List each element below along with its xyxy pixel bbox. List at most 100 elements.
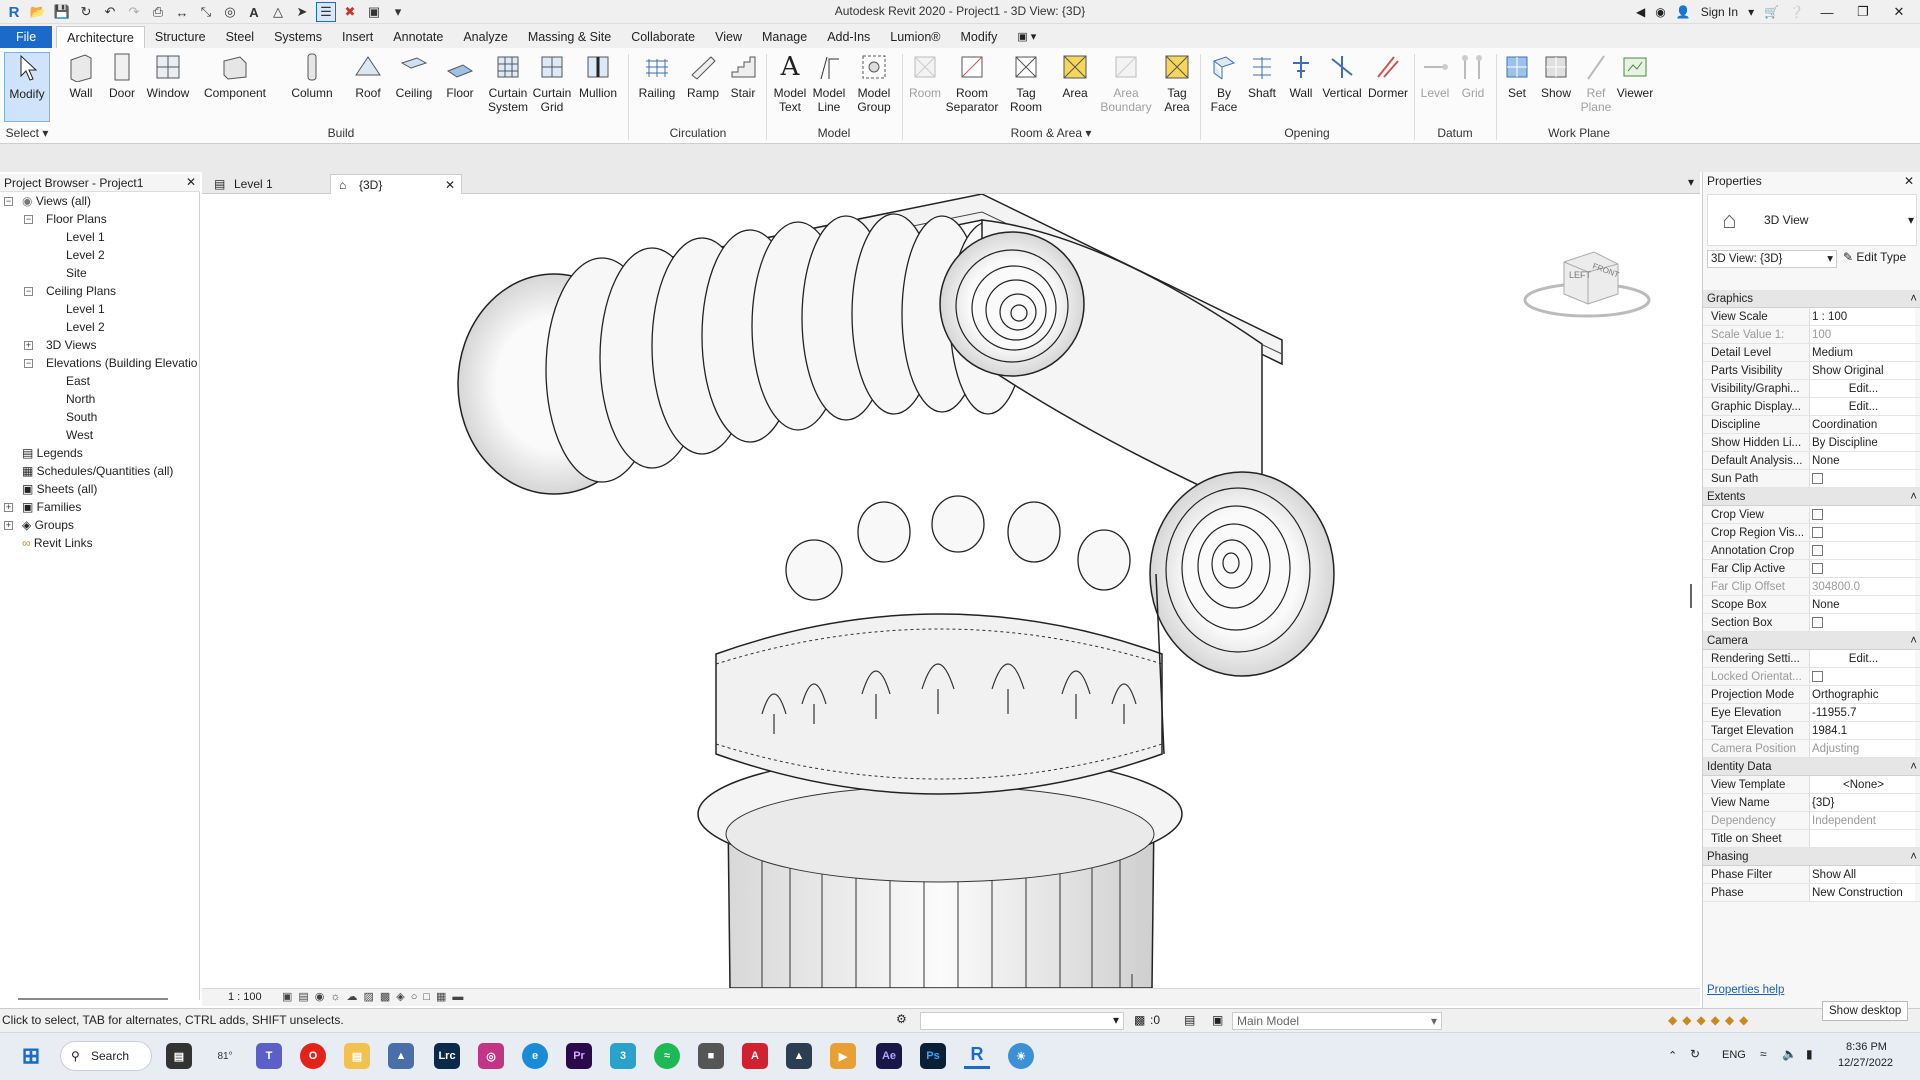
- property-row[interactable]: Parts Visibility Show Original: [1703, 362, 1920, 380]
- floor-button[interactable]: Floor: [442, 52, 478, 126]
- property-row[interactable]: Annotation Crop: [1703, 542, 1920, 560]
- sign-in-dropdown-icon[interactable]: ▾: [1748, 5, 1754, 19]
- property-value[interactable]: [1809, 524, 1915, 541]
- tab-systems[interactable]: Systems: [264, 26, 332, 48]
- design-options-icon[interactable]: ▤: [1184, 1013, 1195, 1027]
- dormer-button[interactable]: Dormer: [1366, 52, 1410, 126]
- dimension-icon[interactable]: ⤡: [196, 2, 216, 22]
- property-value[interactable]: 1 : 100: [1809, 308, 1915, 325]
- ceiling-button[interactable]: Ceiling: [392, 52, 436, 126]
- property-row[interactable]: Show Hidden Li... By Discipline: [1703, 434, 1920, 452]
- show-hidden-icons[interactable]: ⌃: [1668, 1049, 1677, 1062]
- measure-icon[interactable]: ↔: [172, 2, 192, 22]
- photos-icon[interactable]: ▲: [388, 1043, 414, 1069]
- tree-item-east[interactable]: East: [66, 372, 90, 390]
- taskbar-search[interactable]: ⚲ Search: [60, 1041, 152, 1071]
- close-hidden-icon[interactable]: ✖: [340, 2, 360, 22]
- property-value[interactable]: [1809, 470, 1915, 487]
- shaft-button[interactable]: Shaft: [1244, 52, 1280, 126]
- expand-icon[interactable]: +: [4, 503, 13, 512]
- 3d-viewport[interactable]: LEFT FRONT: [202, 193, 1700, 994]
- lumion-icon[interactable]: ☀: [1008, 1043, 1034, 1069]
- windows-start-icon[interactable]: ⊞: [18, 1043, 44, 1069]
- collapse-section-icon[interactable]: ˄: [1910, 290, 1917, 308]
- tree-item-ceiling-plans[interactable]: Ceiling Plans: [46, 282, 116, 300]
- property-value[interactable]: None: [1809, 596, 1915, 613]
- customize-qat-icon[interactable]: ▾: [388, 2, 408, 22]
- close-window-button[interactable]: ✕: [1886, 4, 1912, 20]
- undo-icon[interactable]: ↶: [100, 2, 120, 22]
- property-row[interactable]: Rendering Setti... Edit...: [1703, 650, 1920, 668]
- property-value[interactable]: [1809, 614, 1915, 631]
- view-control-icons[interactable]: ▣▤◉☼☁▨▩◈○□▦▬: [282, 990, 469, 1003]
- property-row[interactable]: Default Analysis... None: [1703, 452, 1920, 470]
- instagram-icon[interactable]: ◎: [478, 1043, 504, 1069]
- view-scale[interactable]: 1 : 100: [228, 991, 262, 1003]
- properties-help-link[interactable]: Properties help: [1707, 984, 1784, 996]
- help-icon[interactable]: ❔: [1789, 5, 1804, 19]
- close-properties-icon[interactable]: ✕: [1904, 174, 1914, 188]
- wall-button[interactable]: Wall: [64, 52, 98, 126]
- tab-analyze[interactable]: Analyze: [453, 26, 517, 48]
- teams-icon[interactable]: T: [256, 1043, 282, 1069]
- tree-item-floor-plans[interactable]: Floor Plans: [46, 210, 107, 228]
- property-row[interactable]: Locked Orientat...: [1703, 668, 1920, 686]
- ramp-button[interactable]: Ramp: [686, 52, 720, 126]
- property-checkbox[interactable]: [1812, 563, 1823, 574]
- property-value[interactable]: [1809, 830, 1915, 847]
- property-value[interactable]: [1809, 506, 1915, 523]
- tree-item-views-all[interactable]: ◉ Views (all): [22, 192, 91, 210]
- tab-file[interactable]: File: [0, 26, 53, 48]
- property-row[interactable]: Scale Value 1: 100: [1703, 326, 1920, 344]
- property-value[interactable]: Medium: [1809, 344, 1915, 361]
- room-area-group-label[interactable]: Room & Area ▾: [904, 126, 1198, 142]
- property-value[interactable]: New Construction: [1809, 884, 1915, 901]
- select-dropdown[interactable]: Select ▾: [4, 126, 50, 142]
- collapse-section-icon[interactable]: ˄: [1910, 758, 1917, 776]
- battery-icon[interactable]: ▮: [1806, 1047, 1813, 1061]
- property-row[interactable]: Scope Box None: [1703, 596, 1920, 614]
- selection-filter-icons[interactable]: ◆◆◆◆◆◆: [1668, 1013, 1753, 1027]
- drive-icon[interactable]: ■: [698, 1043, 724, 1069]
- model-group-button[interactable]: Model Group: [852, 52, 896, 126]
- infocenter-prev-icon[interactable]: ◀: [1636, 5, 1645, 19]
- binoculars-icon[interactable]: ◉: [1655, 5, 1665, 19]
- ref-plane-button[interactable]: Ref Plane: [1580, 52, 1612, 126]
- property-value[interactable]: Edit...: [1809, 398, 1915, 415]
- property-value[interactable]: 1984.1: [1809, 722, 1915, 739]
- mullion-button[interactable]: Mullion: [576, 52, 620, 126]
- collapse-icon[interactable]: −: [24, 359, 33, 368]
- media-player-icon[interactable]: ▶: [830, 1043, 856, 1069]
- property-row[interactable]: Eye Elevation -11955.7: [1703, 704, 1920, 722]
- area-boundary-button[interactable]: Area Boundary: [1100, 52, 1152, 126]
- viewer-button[interactable]: Viewer: [1614, 52, 1656, 126]
- tab-dropdown-icon[interactable]: ▾: [1688, 175, 1694, 189]
- property-checkbox[interactable]: [1812, 617, 1823, 628]
- property-value[interactable]: Orthographic: [1809, 686, 1915, 703]
- sync-tray-icon[interactable]: ↻: [1690, 1047, 1700, 1061]
- property-value[interactable]: {3D}: [1809, 794, 1915, 811]
- viewcube-left-face[interactable]: LEFT: [1569, 270, 1591, 280]
- cart-icon[interactable]: 🛒: [1764, 5, 1779, 19]
- property-value[interactable]: <None>: [1809, 776, 1915, 793]
- weather-widget[interactable]: 81°: [212, 1043, 238, 1069]
- room-button[interactable]: Room: [906, 52, 944, 126]
- property-value[interactable]: [1809, 560, 1915, 577]
- property-checkbox[interactable]: [1812, 671, 1823, 682]
- tree-item-ceiling-level-1[interactable]: Level 1: [66, 300, 105, 318]
- tab-modify[interactable]: Modify: [951, 26, 1008, 48]
- premiere-icon[interactable]: Pr: [566, 1043, 592, 1069]
- tag-icon[interactable]: ◎: [220, 2, 240, 22]
- thin-lines-icon[interactable]: ☰: [316, 2, 336, 22]
- tab-view[interactable]: View: [705, 26, 752, 48]
- property-value[interactable]: -11955.7: [1809, 704, 1915, 721]
- sign-in-link[interactable]: Sign In: [1701, 5, 1738, 19]
- 3d-view-icon[interactable]: △: [268, 2, 288, 22]
- property-value[interactable]: Independent: [1809, 812, 1915, 829]
- by-face-button[interactable]: By Face: [1206, 52, 1242, 126]
- volume-icon[interactable]: 🔈: [1782, 1047, 1797, 1061]
- level-button[interactable]: Level: [1418, 52, 1452, 126]
- user-icon[interactable]: 👤: [1676, 5, 1691, 19]
- property-row[interactable]: Crop View: [1703, 506, 1920, 524]
- lightroom-classic-icon[interactable]: Lrc: [434, 1043, 460, 1069]
